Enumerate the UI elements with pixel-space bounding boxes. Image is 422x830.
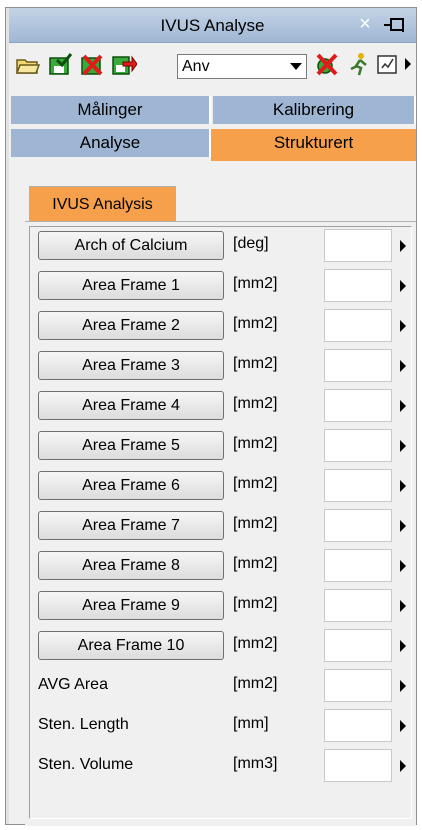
value-field[interactable] (324, 389, 392, 422)
area-frame-7-button[interactable]: Area Frame 7 (38, 511, 224, 540)
area-frame-3-button[interactable]: Area Frame 3 (38, 351, 224, 380)
unit-label: [mm2] (233, 275, 278, 292)
list-item: Area Frame 7 [mm2] (30, 507, 413, 547)
chevron-right-icon[interactable] (400, 760, 406, 772)
red-marker-icon[interactable] (314, 52, 340, 76)
structured-content: IVUS Analysis Arch of Calcium [deg] Area… (25, 181, 416, 826)
arch-of-calcium-button[interactable]: Arch of Calcium (38, 231, 224, 260)
close-icon[interactable]: × (354, 13, 376, 35)
chevron-right-icon[interactable] (400, 280, 406, 292)
area-frame-1-button[interactable]: Area Frame 1 (38, 271, 224, 300)
unit-label: [mm2] (233, 595, 278, 612)
unit-label: [deg] (233, 235, 269, 252)
chevron-right-icon[interactable] (400, 400, 406, 412)
area-frame-2-button[interactable]: Area Frame 2 (38, 311, 224, 340)
chevron-right-icon[interactable] (400, 600, 406, 612)
delete-red-icon[interactable] (79, 52, 105, 76)
chevron-down-icon[interactable] (290, 63, 302, 70)
sten-volume-label: Sten. Volume (38, 756, 134, 773)
value-field[interactable] (324, 469, 392, 502)
chevron-right-icon[interactable] (403, 52, 413, 76)
unit-label: [mm2] (233, 675, 278, 692)
tab-malinger[interactable]: Målinger (11, 96, 211, 124)
value-field[interactable] (324, 349, 392, 382)
open-folder-icon[interactable] (15, 52, 41, 76)
area-frame-9-button[interactable]: Area Frame 9 (38, 591, 224, 620)
list-item: Area Frame 5 [mm2] (30, 427, 413, 467)
unit-label: [mm2] (233, 555, 278, 572)
chevron-right-icon[interactable] (400, 680, 406, 692)
avg-area-label: AVG Area (38, 676, 108, 693)
ivus-analyse-panel: IVUS Analyse × Anv Målinger Kalibrering … (5, 7, 417, 826)
value-field[interactable] (324, 669, 392, 702)
subtab-divider (25, 221, 416, 222)
area-frame-6-button[interactable]: Area Frame 6 (38, 471, 224, 500)
value-field[interactable] (324, 429, 392, 462)
list-item: Area Frame 9 [mm2] (30, 587, 413, 627)
toolbar: Anv (9, 44, 416, 84)
list-item: Area Frame 6 [mm2] (30, 467, 413, 507)
list-item: Area Frame 1 [mm2] (30, 267, 413, 307)
value-field[interactable] (324, 749, 392, 782)
area-frame-8-button[interactable]: Area Frame 8 (38, 551, 224, 580)
measurement-list: Arch of Calcium [deg] Area Frame 1 [mm2]… (29, 226, 412, 819)
chevron-right-icon[interactable] (400, 360, 406, 372)
tab-analyse[interactable]: Analyse (11, 129, 211, 157)
list-item: Area Frame 2 [mm2] (30, 307, 413, 347)
save-green-icon[interactable] (47, 52, 73, 76)
unit-label: [mm2] (233, 355, 278, 372)
sten-length-label: Sten. Length (38, 716, 129, 733)
chevron-right-icon[interactable] (400, 320, 406, 332)
value-field[interactable] (324, 229, 392, 262)
area-frame-10-button[interactable]: Area Frame 10 (38, 631, 224, 660)
chevron-right-icon[interactable] (400, 440, 406, 452)
value-field[interactable] (324, 709, 392, 742)
unit-label: [mm2] (233, 475, 278, 492)
chevron-right-icon[interactable] (400, 560, 406, 572)
chevron-right-icon[interactable] (400, 520, 406, 532)
list-item: Sten. Volume [mm3] (30, 747, 413, 787)
chevron-right-icon[interactable] (400, 480, 406, 492)
value-field[interactable] (324, 269, 392, 302)
subtab-ivus-analysis[interactable]: IVUS Analysis (29, 186, 176, 222)
unit-label: [mm] (233, 715, 269, 732)
chevron-right-icon[interactable] (400, 240, 406, 252)
pin-icon[interactable] (382, 15, 408, 35)
list-item: Area Frame 8 [mm2] (30, 547, 413, 587)
walk-icon[interactable] (346, 52, 372, 76)
value-field[interactable] (324, 589, 392, 622)
export-icon[interactable] (111, 52, 137, 76)
edit-box-icon[interactable] (375, 52, 401, 76)
mode-select[interactable]: Anv (177, 54, 307, 79)
unit-label: [mm2] (233, 435, 278, 452)
list-item: AVG Area [mm2] (30, 667, 413, 707)
list-item: Area Frame 4 [mm2] (30, 387, 413, 427)
area-frame-5-button[interactable]: Area Frame 5 (38, 431, 224, 460)
list-item: Area Frame 10 [mm2] (30, 627, 413, 667)
value-field[interactable] (324, 509, 392, 542)
list-item: Arch of Calcium [deg] (30, 227, 413, 267)
area-frame-4-button[interactable]: Area Frame 4 (38, 391, 224, 420)
list-item: Sten. Length [mm] (30, 707, 413, 747)
chevron-right-icon[interactable] (400, 720, 406, 732)
unit-label: [mm3] (233, 755, 278, 772)
value-field[interactable] (324, 309, 392, 342)
title-bar[interactable]: IVUS Analyse × (9, 8, 416, 43)
tab-strukturert[interactable]: Strukturert (211, 129, 416, 161)
tab-kalibrering[interactable]: Kalibrering (213, 96, 416, 124)
unit-label: [mm2] (233, 395, 278, 412)
unit-label: [mm2] (233, 515, 278, 532)
chevron-right-icon[interactable] (400, 640, 406, 652)
mode-select-value: Anv (182, 58, 210, 75)
unit-label: [mm2] (233, 315, 278, 332)
value-field[interactable] (324, 549, 392, 582)
list-item: Area Frame 3 [mm2] (30, 347, 413, 387)
value-field[interactable] (324, 629, 392, 662)
unit-label: [mm2] (233, 635, 278, 652)
